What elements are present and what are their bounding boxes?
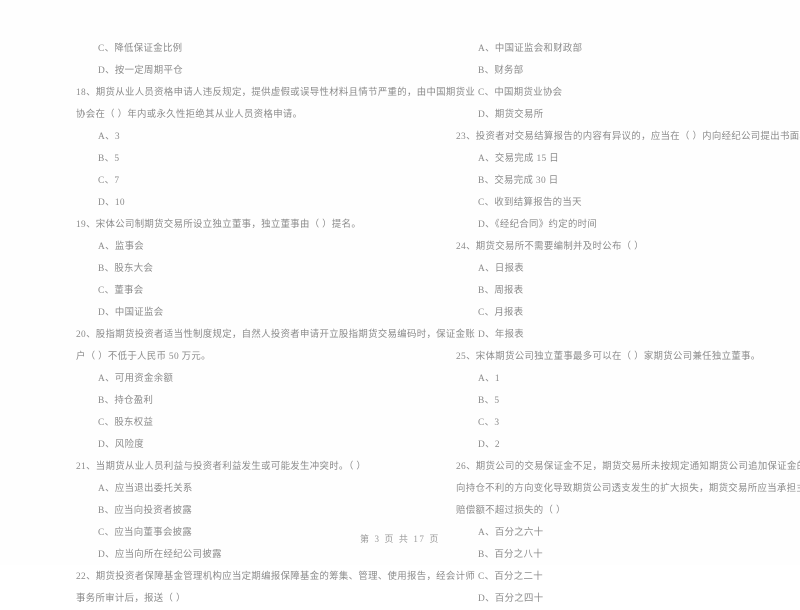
question-stem-line: 19、宋体公司制期货交易所设立独立董事，独立董事由（ ）提名。 bbox=[76, 220, 362, 230]
option-item: B、持仓盈利 bbox=[98, 396, 154, 406]
option-item: A、可用资金余额 bbox=[98, 374, 174, 384]
option-item: A、交易完成 15 日 bbox=[478, 154, 559, 164]
option-item: C、月报表 bbox=[478, 308, 524, 318]
option-item: A、应当退出委托关系 bbox=[98, 484, 193, 494]
option-item: C、股东权益 bbox=[98, 418, 154, 428]
option-item: D、《经纪合同》约定的时间 bbox=[478, 220, 598, 230]
two-column-body: C、降低保证金比例 D、按一定周期平仓 18、期货从业人员资格申请人违反规定，提… bbox=[0, 38, 800, 610]
option-item: A、监事会 bbox=[98, 242, 145, 252]
option-item: B、交易完成 30 日 bbox=[478, 176, 559, 186]
question-stem-line: 18、期货从业人员资格申请人违反规定，提供虚假或误导性材料且情节严重的，由中国期… bbox=[76, 88, 476, 98]
option-item: B、5 bbox=[98, 154, 120, 164]
question-stem-line: 26、期货公司的交易保证金不足，期货交易所未按规定通知期货公司追加保证金的，由于… bbox=[456, 462, 800, 472]
option-item: B、5 bbox=[478, 396, 500, 406]
scanned-page: C、降低保证金比例 D、按一定周期平仓 18、期货从业人员资格申请人违反规定，提… bbox=[0, 0, 800, 604]
question-19: 19、宋体公司制期货交易所设立独立董事，独立董事由（ ）提名。 A、监事会 B、… bbox=[76, 214, 394, 324]
option-item: D、2 bbox=[478, 440, 500, 450]
option-item: C、百分之二十 bbox=[478, 572, 543, 582]
question-stem-line: 赔偿额不超过损失的（ ） bbox=[456, 506, 566, 516]
question-stem-line: 事务所审计后，报送（ ） bbox=[76, 594, 186, 604]
question-25: 25、宋体期货公司独立董事最多可以在（ ）家期货公司兼任独立董事。 A、1 B、… bbox=[456, 346, 790, 456]
option-item: A、日报表 bbox=[478, 264, 525, 274]
option-item: D、期货交易所 bbox=[478, 110, 544, 120]
option-item: D、风险度 bbox=[98, 440, 145, 450]
left-column: C、降低保证金比例 D、按一定周期平仓 18、期货从业人员资格申请人违反规定，提… bbox=[0, 38, 476, 610]
option-item: B、股东大会 bbox=[98, 264, 154, 274]
question-22: 22、期货投资者保障基金管理机构应当定期编报保障基金的筹集、管理、使用报告，经会… bbox=[76, 566, 476, 610]
option-item: C、中国期货业协会 bbox=[478, 88, 563, 98]
option-item: C、3 bbox=[478, 418, 500, 428]
page-footer: 第 3 页 共 17 页 bbox=[360, 534, 440, 544]
question-20: 20、股指期货投资者适当性制度规定，自然人投资者申请开立股指期货交易编码时，保证… bbox=[76, 324, 476, 456]
right-column: A、中国证监会和财政部 B、财务部 C、中国期货业协会 D、期货交易所 23、投… bbox=[400, 38, 800, 610]
question-24: 24、期货交易所不需要编制并及时公布（ ） A、日报表 B、周报表 C、月报表 … bbox=[456, 236, 790, 346]
question-stem-line: 25、宋体期货公司独立董事最多可以在（ ）家期货公司兼任独立董事。 bbox=[456, 352, 761, 362]
question-21: 21、当期货从业人员利益与投资者利益发生或可能发生冲突时。（ ） A、应当退出委… bbox=[76, 456, 394, 566]
option-item: B、应当向投资者披露 bbox=[98, 506, 193, 516]
question-stem-line: 23、投资者对交易结算报告的内容有异议的，应当在（ ）内向经纪公司提出书面异议。 bbox=[456, 132, 800, 142]
question-stem-line: 24、期货交易所不需要编制并及时公布（ ） bbox=[456, 242, 644, 252]
question-stem-line: 向持仓不利的方向变化导致期货公司透支发生的扩大损失，期货交易所应当承担主要赔偿责… bbox=[456, 484, 800, 494]
question-23: 23、投资者对交易结算报告的内容有异议的，应当在（ ）内向经纪公司提出书面异议。… bbox=[456, 126, 800, 236]
question-stem-line: 户（ ）不低于人民币 50 万元。 bbox=[76, 352, 211, 362]
question-stem-line: 协会在（ ）年内或永久性拒绝其从业人员资格申请。 bbox=[76, 110, 303, 120]
option-item: D、中国证监会 bbox=[98, 308, 164, 318]
option-item: B、周报表 bbox=[478, 286, 524, 296]
option-item: D、百分之四十 bbox=[478, 594, 544, 604]
option-item: A、1 bbox=[478, 374, 500, 384]
option-item: A、3 bbox=[98, 132, 120, 142]
option-item: A、中国证监会和财政部 bbox=[478, 44, 583, 54]
question-stem-line: 21、当期货从业人员利益与投资者利益发生或可能发生冲突时。（ ） bbox=[76, 462, 367, 472]
option-item: C、7 bbox=[98, 176, 120, 186]
question-stem-line: 22、期货投资者保障基金管理机构应当定期编报保障基金的筹集、管理、使用报告，经会… bbox=[76, 572, 476, 582]
option-item: D、年报表 bbox=[478, 330, 525, 340]
question-18: 18、期货从业人员资格申请人违反规定，提供虚假或误导性材料且情节严重的，由中国期… bbox=[76, 82, 476, 214]
question-stem-line: 20、股指期货投资者适当性制度规定，自然人投资者申请开立股指期货交易编码时，保证… bbox=[76, 330, 476, 340]
option-item: B、财务部 bbox=[478, 66, 524, 76]
option-item: C、董事会 bbox=[98, 286, 144, 296]
option-item: C、降低保证金比例 bbox=[98, 44, 183, 54]
option-item: D、按一定周期平仓 bbox=[98, 66, 183, 76]
option-item: B、百分之八十 bbox=[478, 550, 543, 560]
option-item: C、收到结算报告的当天 bbox=[478, 198, 582, 208]
option-item: D、应当向所在经纪公司披露 bbox=[98, 550, 222, 560]
option-item: D、10 bbox=[98, 198, 125, 208]
